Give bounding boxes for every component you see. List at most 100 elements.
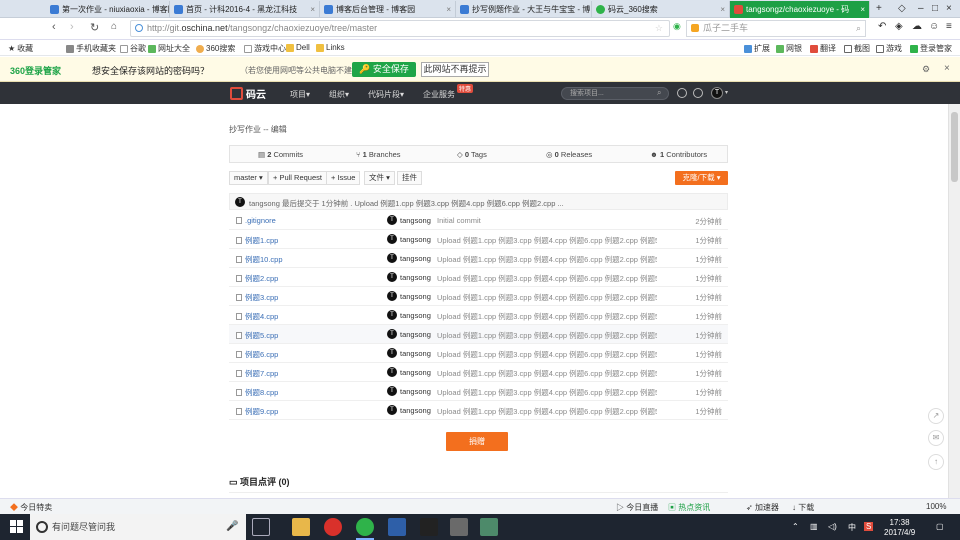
commit-author[interactable]: tangsong bbox=[400, 349, 431, 358]
refresh-icon[interactable]: ↻ bbox=[90, 21, 99, 34]
author-avatar[interactable]: T bbox=[387, 291, 397, 301]
author-avatar[interactable]: T bbox=[387, 348, 397, 358]
cloud-icon[interactable]: ☁ bbox=[912, 21, 922, 32]
close-tab-icon[interactable]: × bbox=[860, 5, 865, 14]
browser-360-icon[interactable] bbox=[356, 518, 374, 536]
breadcrumb[interactable]: 抄写作业 -- 编辑 bbox=[229, 124, 287, 135]
accelerator-link[interactable]: ➶ 加速器 bbox=[746, 502, 779, 513]
microphone-icon[interactable]: 🎤 bbox=[226, 514, 238, 540]
file-name-link[interactable]: 例题6.cpp bbox=[236, 349, 278, 360]
nav-snippets[interactable]: 代码片段▾ bbox=[368, 89, 404, 100]
home-icon[interactable]: ⌂ bbox=[111, 21, 117, 32]
network-icon[interactable]: ▥ bbox=[810, 522, 818, 531]
menu-icon[interactable]: ≡ bbox=[946, 21, 952, 32]
commit-message[interactable]: Upload 例题1.cpp 例题3.cpp 例题4.cpp 例题6.cpp 例… bbox=[437, 254, 657, 265]
file-row[interactable]: 例题4.cpp Ttangsong Upload 例题1.cpp 例题3.cpp 例… bbox=[229, 306, 728, 325]
minimize-icon[interactable]: – bbox=[918, 3, 924, 14]
file-row[interactable]: 例题10.cpp Ttangsong Upload 例题1.cpp 例题3.cpp … bbox=[229, 249, 728, 268]
maximize-icon[interactable]: □ bbox=[932, 3, 938, 14]
url-input[interactable]: http://git.oschina.net/tangsongz/chaoxie… bbox=[130, 20, 670, 37]
stat-contributors[interactable]: ☻ 1 Contributors bbox=[650, 150, 707, 159]
close-tab-icon[interactable]: × bbox=[310, 5, 315, 14]
browser-tab[interactable]: 首页 - 计科2016-4 - 黑龙江科技 × bbox=[170, 1, 320, 18]
user-icon[interactable]: ☺ bbox=[929, 21, 939, 32]
commit-author[interactable]: tangsong bbox=[400, 292, 431, 301]
task-view-icon[interactable] bbox=[252, 518, 270, 536]
toolbar-translate[interactable]: 翻译 bbox=[810, 43, 836, 54]
file-name-link[interactable]: 例题10.cpp bbox=[236, 254, 283, 265]
share-icon[interactable]: ↗ bbox=[928, 408, 944, 424]
author-avatar[interactable]: T bbox=[387, 310, 397, 320]
bookmark-item[interactable]: 手机收藏夹 bbox=[66, 43, 116, 54]
image-viewer-icon[interactable] bbox=[450, 518, 468, 536]
commit-message[interactable]: Initial commit bbox=[437, 216, 657, 225]
download-link[interactable]: ↓ 下载 bbox=[792, 502, 814, 513]
windows-start-icon[interactable] bbox=[10, 520, 24, 534]
scrollbar[interactable] bbox=[948, 104, 960, 498]
author-avatar[interactable]: T bbox=[387, 253, 397, 263]
stat-commits[interactable]: ▤ 2 Commits bbox=[258, 150, 303, 159]
bookmark-item[interactable]: 360搜索 bbox=[196, 43, 235, 54]
bookmark-item[interactable]: 游戏中心 bbox=[244, 43, 286, 54]
search-input[interactable]: 瓜子二手车 ⌕ bbox=[686, 20, 866, 37]
netease-music-icon[interactable] bbox=[324, 518, 342, 536]
file-name-link[interactable]: 例题3.cpp bbox=[236, 292, 278, 303]
last-commit-text[interactable]: tangsong 最后提交于 1分钟前 . Upload 例题1.cpp 例题3… bbox=[249, 198, 564, 209]
qq-icon[interactable] bbox=[420, 518, 438, 536]
author-avatar[interactable]: T bbox=[387, 329, 397, 339]
commit-message[interactable]: Upload 例题1.cpp 例题3.cpp 例题4.cpp 例题6.cpp 例… bbox=[437, 292, 657, 303]
tray-chevron-icon[interactable]: ⌃ bbox=[792, 522, 799, 531]
author-avatar[interactable]: T bbox=[387, 405, 397, 415]
commit-author[interactable]: tangsong bbox=[400, 273, 431, 282]
undo-icon[interactable]: ↶ bbox=[878, 21, 886, 32]
author-avatar[interactable]: T bbox=[387, 234, 397, 244]
scrollbar-thumb[interactable] bbox=[951, 112, 958, 182]
nav-orgs[interactable]: 组织▾ bbox=[329, 89, 349, 100]
file-row[interactable]: 例题7.cpp Ttangsong Upload 例题1.cpp 例题3.cpp 例… bbox=[229, 363, 728, 382]
file-menu-button[interactable]: 文件 ▾ bbox=[364, 171, 395, 185]
commit-author[interactable]: tangsong bbox=[400, 387, 431, 396]
ide-icon[interactable] bbox=[388, 518, 406, 536]
file-name-link[interactable]: 例题2.cpp bbox=[236, 273, 278, 284]
never-for-site-button[interactable]: 此网站不再提示 bbox=[421, 62, 489, 77]
file-name-link[interactable]: 例题1.cpp bbox=[236, 235, 278, 246]
close-tab-icon[interactable]: × bbox=[720, 5, 725, 14]
bookmark-item[interactable]: 网址大全 bbox=[148, 43, 190, 54]
author-avatar[interactable]: T bbox=[387, 215, 397, 225]
feedback-icon[interactable]: ✉ bbox=[928, 430, 944, 446]
file-name-link[interactable]: 例题9.cpp bbox=[236, 406, 278, 417]
forward-icon[interactable]: › bbox=[70, 21, 74, 33]
stat-branches[interactable]: ⑂ 1 Branches bbox=[356, 150, 401, 159]
restore-icon[interactable]: ◇ bbox=[898, 3, 906, 14]
file-name-link[interactable]: 例题5.cpp bbox=[236, 330, 278, 341]
file-row[interactable]: 例题1.cpp Ttangsong Upload 例题1.cpp 例题3.cpp 例… bbox=[229, 230, 728, 249]
toolbar-extension[interactable]: 扩展 bbox=[744, 43, 770, 54]
ime-indicator[interactable]: 中 bbox=[848, 522, 856, 533]
sogou-ime-icon[interactable]: S bbox=[864, 522, 874, 531]
toolbar-login-manager[interactable]: 登录管家 bbox=[910, 43, 952, 54]
nav-enterprise[interactable]: 企业服务 bbox=[423, 89, 455, 100]
hot-news-link[interactable]: ▣ 热点资讯 bbox=[668, 502, 710, 513]
pull-request-button[interactable]: + Pull Request bbox=[268, 171, 327, 185]
donate-button[interactable]: 捐赠 bbox=[446, 432, 508, 451]
bookmark-item[interactable]: 谷歌 bbox=[120, 43, 146, 54]
file-row[interactable]: 例题9.cpp Ttangsong Upload 例题1.cpp 例题3.cpp 例… bbox=[229, 401, 728, 420]
wiki-button[interactable]: 挂件 bbox=[397, 171, 422, 185]
browser-tab[interactable]: 码云_360搜索 × bbox=[592, 1, 730, 18]
back-icon[interactable]: ‹ bbox=[52, 21, 56, 33]
commit-author[interactable]: tangsong bbox=[400, 368, 431, 377]
toolbar-games[interactable]: 游戏 bbox=[876, 43, 902, 54]
today-sale[interactable]: ◆ 今日特卖 bbox=[10, 502, 52, 513]
browser-tab[interactable]: 抄写例题作业 - 大王与牛宝宝 - 博× bbox=[456, 1, 592, 18]
bookmark-star-icon[interactable]: ☆ bbox=[655, 21, 663, 36]
user-avatar[interactable]: T bbox=[711, 87, 723, 99]
commit-message[interactable]: Upload 例题1.cpp 例题3.cpp 例题4.cpp 例题6.cpp 例… bbox=[437, 273, 657, 284]
browser-tab[interactable]: 第一次作业 - niuxiaoxia - 博客园× bbox=[46, 1, 170, 18]
stat-tags[interactable]: ◇ 0 Tags bbox=[457, 150, 487, 159]
file-row[interactable]: .gitignore Ttangsong Initial commit 2分钟前 bbox=[229, 211, 728, 230]
cortana-search-input[interactable]: 有问题尽管问我 🎤 bbox=[30, 514, 246, 540]
file-explorer-icon[interactable] bbox=[292, 518, 310, 536]
nav-projects[interactable]: 项目▾ bbox=[290, 89, 310, 100]
commit-message[interactable]: Upload 例题1.cpp 例题3.cpp 例题4.cpp 例题6.cpp 例… bbox=[437, 330, 657, 341]
back-to-top-icon[interactable]: ↑ bbox=[928, 454, 944, 470]
